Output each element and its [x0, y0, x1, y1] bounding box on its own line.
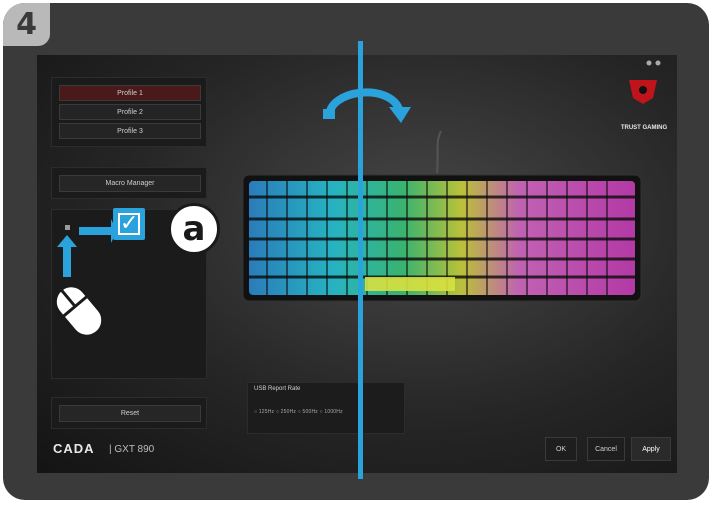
window-controls — [646, 60, 661, 66]
cancel-button[interactable]: Cancel — [587, 437, 625, 461]
checkmark-icon: ✓ — [118, 211, 140, 236]
spacebar — [365, 277, 455, 291]
enable-checkbox[interactable]: ✓ — [113, 208, 145, 240]
usb-report-rate-options[interactable]: ○ 125Hz ○ 250Hz ○ 500Hz ○ 1000Hz — [254, 409, 343, 415]
usb-report-rate-panel: USB Report Rate ○ 125Hz ○ 250Hz ○ 500Hz … — [247, 382, 405, 434]
pointer-arrows-icon — [57, 219, 117, 277]
logo-eye — [639, 86, 647, 94]
keyboard-cable — [436, 130, 442, 174]
close-control — [655, 60, 661, 66]
ok-button[interactable]: OK — [545, 437, 577, 461]
brand-logo-text: TRUST GAMING — [620, 125, 668, 131]
minimize-control — [646, 60, 652, 66]
step-number-badge: 4 — [3, 3, 50, 46]
usb-report-rate-label: USB Report Rate — [254, 386, 301, 392]
callout-a-badge: a — [168, 203, 220, 255]
instruction-frame: 4 Profile 1 Profile 2 Profile 3 Macro Ma… — [3, 3, 709, 500]
rotate-arrow-icon — [323, 88, 411, 123]
mouse-icon — [53, 284, 105, 338]
apply-button[interactable]: Apply — [631, 437, 671, 461]
brand-logo — [629, 80, 657, 104]
